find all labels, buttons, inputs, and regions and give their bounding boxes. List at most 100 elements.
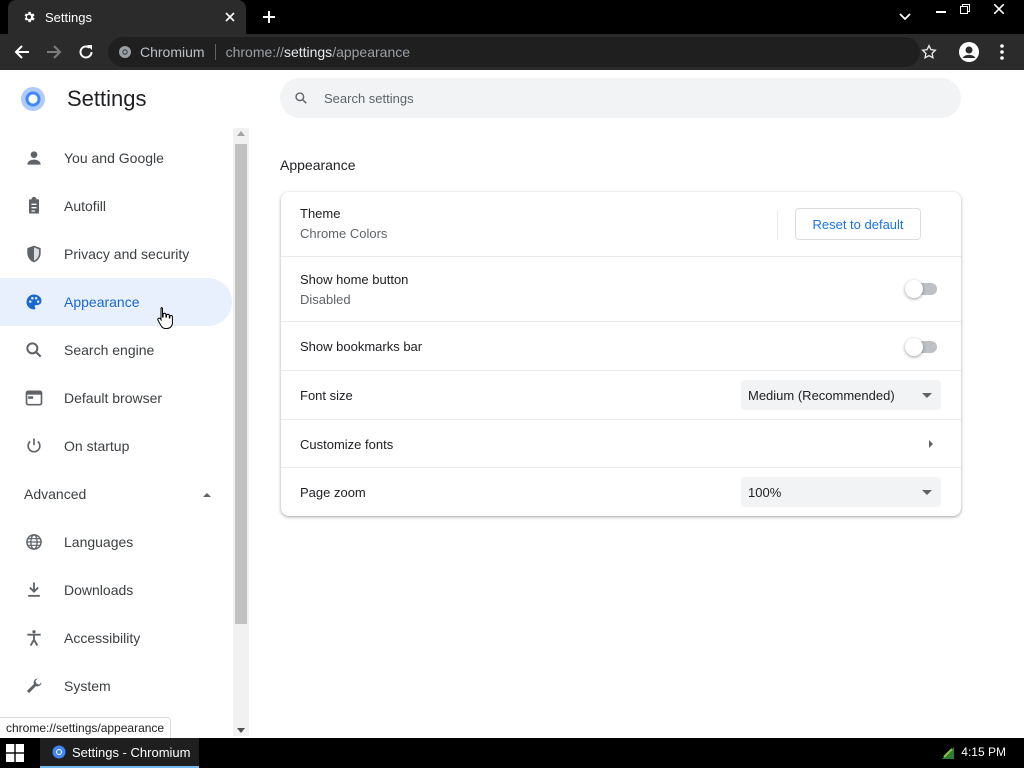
status-url-bubble: chrome://settings/appearance bbox=[0, 717, 172, 739]
page-zoom-select[interactable]: 100% bbox=[741, 477, 941, 507]
search-placeholder: Search settings bbox=[324, 90, 414, 106]
sidebar-item-appearance[interactable]: Appearance bbox=[0, 278, 232, 326]
chromium-icon bbox=[52, 745, 66, 759]
search-field[interactable]: Search settings bbox=[280, 78, 961, 118]
sidebar-item-on-startup[interactable]: On startup bbox=[0, 422, 232, 470]
new-tab-button[interactable] bbox=[259, 7, 279, 27]
url-text[interactable]: chrome://settings/appearance bbox=[226, 44, 410, 60]
sidebar-item-default-browser[interactable]: Default browser bbox=[0, 374, 232, 422]
sidebar-item-languages[interactable]: Languages bbox=[0, 518, 232, 566]
page-title: Settings bbox=[67, 86, 147, 111]
search-icon bbox=[26, 342, 42, 358]
page-zoom-row: Page zoom 100% bbox=[281, 467, 961, 516]
sidebar-item-downloads[interactable]: Downloads bbox=[0, 566, 232, 614]
page-zoom-value: 100% bbox=[748, 484, 782, 500]
dropdown-arrow-icon bbox=[922, 490, 932, 495]
globe-icon bbox=[26, 534, 42, 550]
settings-brand: Settings bbox=[21, 86, 147, 112]
font-size-label: Font size bbox=[300, 388, 353, 403]
wrench-icon bbox=[26, 678, 42, 694]
theme-label: Theme bbox=[300, 206, 341, 221]
bookmarks-bar-toggle[interactable] bbox=[905, 338, 939, 356]
minimize-button[interactable] bbox=[928, 0, 954, 18]
section-title: Appearance bbox=[280, 157, 356, 173]
close-window-button[interactable] bbox=[986, 0, 1012, 18]
page-zoom-label: Page zoom bbox=[300, 485, 366, 500]
sidebar-item-search-engine[interactable]: Search engine bbox=[0, 326, 232, 374]
restore-button[interactable] bbox=[952, 0, 978, 18]
download-icon bbox=[28, 582, 40, 597]
power-icon bbox=[27, 438, 41, 453]
reset-to-default-button[interactable]: Reset to default bbox=[795, 208, 921, 240]
home-button-label: Show home button bbox=[300, 272, 409, 287]
row-divider bbox=[777, 210, 778, 240]
sidebar-item-label: Languages bbox=[64, 534, 134, 550]
clipboard-icon bbox=[29, 196, 39, 214]
tab-search-chevron-icon[interactable] bbox=[895, 9, 915, 25]
sidebar-item-label: System bbox=[64, 678, 111, 694]
dropdown-arrow-icon bbox=[922, 393, 932, 398]
sidebar-item-you-and-google[interactable]: You and Google bbox=[0, 134, 232, 182]
bookmark-star-icon[interactable] bbox=[918, 41, 940, 63]
sidebar-item-privacy[interactable]: Privacy and security bbox=[0, 230, 232, 278]
theme-value: Chrome Colors bbox=[300, 226, 388, 241]
caret-up-icon bbox=[203, 493, 211, 497]
appearance-card: Theme Chrome Colors Reset to default Sho… bbox=[281, 192, 961, 516]
tab-settings[interactable]: Settings bbox=[8, 0, 246, 34]
sidebar-item-label: Autofill bbox=[64, 198, 107, 214]
address-bar[interactable]: Chromium chrome://settings/appearance bbox=[108, 37, 920, 67]
sidebar-advanced-toggle[interactable]: Advanced bbox=[0, 470, 232, 518]
sidebar-item-label: Privacy and security bbox=[64, 246, 190, 262]
palette-icon bbox=[26, 294, 42, 310]
sidebar-item-label: Default browser bbox=[64, 390, 163, 406]
shield-icon bbox=[27, 245, 41, 263]
sidebar-item-label: Downloads bbox=[64, 582, 134, 598]
sidebar-item-label: Search engine bbox=[64, 342, 155, 358]
menu-dots-icon[interactable] bbox=[991, 41, 1013, 63]
font-size-value: Medium (Recommended) bbox=[748, 387, 895, 403]
bookmarks-bar-row[interactable]: Show bookmarks bar bbox=[281, 321, 961, 370]
sidebar-nav: You and Google Autofill Privacy and secu… bbox=[0, 134, 232, 710]
sidebar-item-label: On startup bbox=[64, 438, 130, 454]
forward-arrow-icon[interactable] bbox=[43, 41, 65, 63]
home-button-status: Disabled bbox=[300, 292, 351, 307]
scrollbar-thumb[interactable] bbox=[235, 144, 247, 624]
chromium-icon bbox=[118, 45, 132, 59]
network-tray-icon[interactable] bbox=[940, 745, 956, 761]
reload-icon[interactable] bbox=[75, 41, 97, 63]
tab-title: Settings bbox=[45, 9, 92, 25]
taskbar-app-label: Settings - Chromium bbox=[72, 744, 191, 760]
scroll-down-arrow-icon[interactable] bbox=[237, 728, 245, 733]
taskbar: Settings - Chromium 4:15 PM bbox=[0, 738, 1024, 768]
title-bar: Settings bbox=[0, 0, 1024, 34]
sidebar-item-accessibility[interactable]: Accessibility bbox=[0, 614, 232, 662]
bookmarks-bar-label: Show bookmarks bar bbox=[300, 339, 423, 354]
sidebar-item-system[interactable]: System bbox=[0, 662, 232, 710]
profile-avatar-icon[interactable] bbox=[958, 41, 980, 63]
home-button-row[interactable]: Show home button Disabled bbox=[281, 256, 961, 321]
chevron-right-icon bbox=[929, 440, 933, 448]
customize-fonts-row[interactable]: Customize fonts bbox=[281, 419, 961, 467]
back-arrow-icon[interactable] bbox=[11, 41, 33, 63]
site-chip[interactable]: Chromium bbox=[118, 44, 205, 60]
sidebar-item-label: Appearance bbox=[64, 294, 140, 310]
person-icon bbox=[27, 151, 41, 165]
sidebar-item-label: Accessibility bbox=[64, 630, 141, 646]
font-size-select[interactable]: Medium (Recommended) bbox=[741, 380, 941, 410]
scroll-up-arrow-icon[interactable] bbox=[237, 131, 245, 136]
advanced-label: Advanced bbox=[24, 486, 87, 502]
accessibility-icon bbox=[27, 630, 41, 646]
theme-row: Theme Chrome Colors Reset to default bbox=[281, 192, 961, 256]
browser-icon bbox=[25, 390, 43, 406]
close-tab-icon[interactable] bbox=[220, 7, 240, 27]
sidebar-item-label: You and Google bbox=[64, 150, 164, 166]
home-button-toggle[interactable] bbox=[905, 280, 939, 298]
chromium-logo-icon bbox=[21, 87, 45, 111]
windows-start-icon[interactable] bbox=[6, 744, 24, 762]
sidebar-item-autofill[interactable]: Autofill bbox=[0, 182, 232, 230]
taskbar-clock[interactable]: 4:15 PM bbox=[961, 745, 1006, 759]
site-chip-label: Chromium bbox=[140, 44, 205, 60]
taskbar-app-chromium[interactable]: Settings - Chromium bbox=[40, 738, 199, 768]
customize-fonts-label: Customize fonts bbox=[300, 437, 394, 452]
sidebar-scrollbar[interactable] bbox=[233, 128, 249, 736]
